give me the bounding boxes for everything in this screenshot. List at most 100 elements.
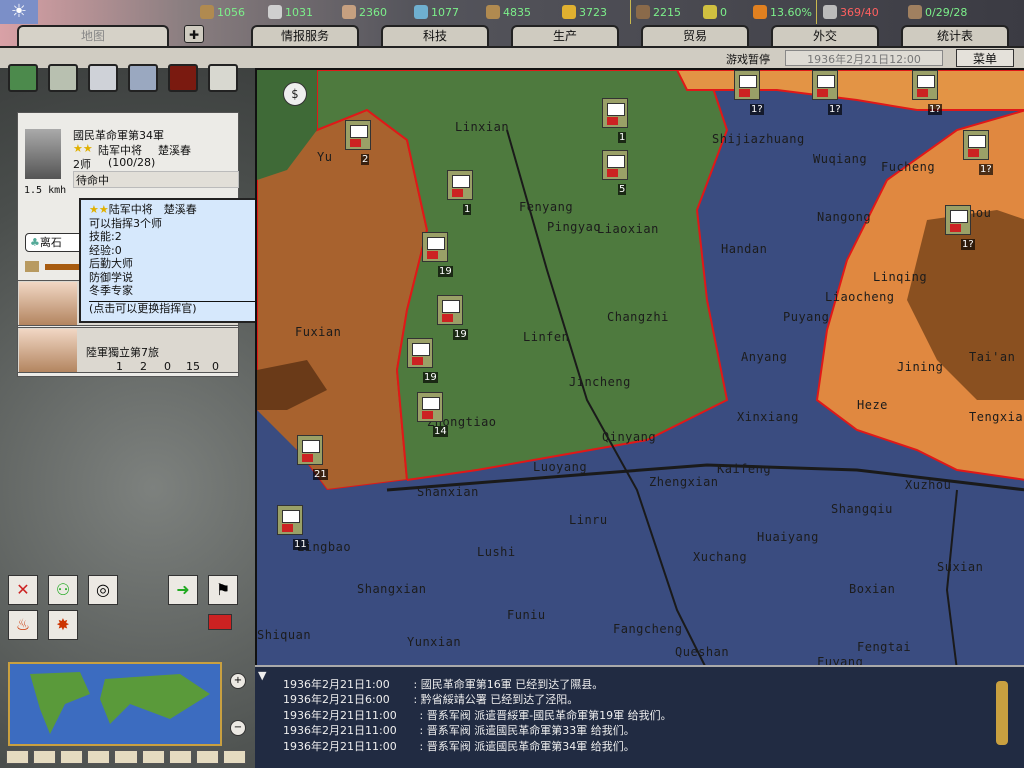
tab-production[interactable]: 生产 <box>511 25 619 46</box>
city-label[interactable]: Changzhi <box>607 310 669 324</box>
city-label[interactable]: Nangong <box>817 210 871 224</box>
collapse-log-icon[interactable]: ▼ <box>258 669 266 682</box>
city-label[interactable]: Fenyang <box>519 200 573 214</box>
filter-icon[interactable] <box>114 750 138 764</box>
zoom-in-icon[interactable]: + <box>230 673 246 689</box>
city-label[interactable]: Shiquan <box>257 628 311 642</box>
log-entry[interactable]: 1936年2月21日11:00 : 晋系军阀 派遣國民革命軍第34軍 给我们。 <box>283 738 635 754</box>
unit-counter[interactable] <box>945 205 971 235</box>
city-label[interactable]: Queshan <box>675 645 729 659</box>
city-label[interactable]: Shanxian <box>417 485 479 499</box>
city-label[interactable]: Tengxian <box>969 410 1024 424</box>
city-label[interactable]: Fucheng <box>881 160 935 174</box>
unit-counter[interactable] <box>345 120 371 150</box>
nation-flag-icon[interactable]: ☀ <box>0 0 38 24</box>
city-label[interactable]: Fangcheng <box>613 622 683 636</box>
city-label[interactable]: Shangxian <box>357 582 427 596</box>
disband-icon[interactable]: ✕ <box>8 575 38 605</box>
tab-map[interactable]: 地图 <box>17 25 169 46</box>
city-label[interactable]: Anyang <box>741 350 787 364</box>
location-field[interactable]: ♣离石 <box>25 233 85 252</box>
zoom-out-icon[interactable]: − <box>230 720 246 736</box>
filter-icon[interactable] <box>33 750 57 764</box>
unit-counter[interactable] <box>963 130 989 160</box>
log-entry[interactable]: 1936年2月21日11:00 : 晋系军阀 派遣晋綏軍-國民革命軍第19軍 给… <box>283 707 672 723</box>
unit-counter[interactable] <box>602 98 628 128</box>
resource-convoy[interactable]: 0/29/28 <box>908 5 967 19</box>
filter-icon[interactable] <box>168 750 192 764</box>
city-label[interactable]: Jincheng <box>569 375 631 389</box>
resource-transport[interactable]: 369/40 <box>823 5 879 19</box>
city-label[interactable]: Xinxiang <box>737 410 799 424</box>
city-label[interactable]: Liaocheng <box>825 290 895 304</box>
commander-name[interactable]: 楚溪春 <box>158 142 191 158</box>
tab-technology[interactable]: 科技 <box>381 25 489 46</box>
city-label[interactable]: Zhengxian <box>649 475 719 489</box>
city-label[interactable]: Qinyang <box>602 430 656 444</box>
city-label[interactable]: Shangqiu <box>831 502 893 516</box>
city-label[interactable]: Shijiazhuang <box>712 132 805 146</box>
unit-counter[interactable] <box>812 70 838 100</box>
city-label[interactable]: Huaiyang <box>757 530 819 544</box>
tab-intelligence[interactable]: 情报服务 <box>251 25 359 46</box>
resource-rare-materials[interactable]: 2360 <box>342 5 387 19</box>
commander-portrait[interactable] <box>25 129 61 179</box>
filter-icon[interactable] <box>87 750 111 764</box>
resource-supplies[interactable]: 4835 <box>486 5 531 19</box>
transport-icon[interactable] <box>208 64 238 92</box>
city-label[interactable]: Liaoxian <box>597 222 659 236</box>
city-label[interactable]: Fuyang <box>817 655 863 665</box>
city-label[interactable]: Luoyang <box>533 460 587 474</box>
split-unit-icon[interactable]: ⚇ <box>48 575 78 605</box>
city-label[interactable]: Yu <box>317 150 332 164</box>
city-label[interactable]: Linru <box>569 513 608 527</box>
city-label[interactable]: Boxian <box>849 582 895 596</box>
target-icon[interactable]: ◎ <box>88 575 118 605</box>
city-label[interactable]: Lushi <box>477 545 516 559</box>
unit-counter[interactable] <box>912 70 938 100</box>
filter-icon[interactable] <box>141 750 165 764</box>
unit-counter[interactable] <box>277 505 303 535</box>
plus-icon[interactable]: ✚ <box>184 25 204 43</box>
resource-metal[interactable]: 1031 <box>268 5 313 19</box>
unit-counter[interactable] <box>417 392 443 422</box>
city-label[interactable]: Yunxian <box>407 635 461 649</box>
city-label[interactable]: Xuzhou <box>905 478 951 492</box>
city-label[interactable]: Tai'an <box>969 350 1015 364</box>
city-label[interactable]: Fuxian <box>295 325 341 339</box>
unit-counter[interactable] <box>602 150 628 180</box>
log-entry[interactable]: 1936年2月21日1:00 : 國民革命軍第16軍 已经到达了隰县。 <box>283 676 603 692</box>
resource-money[interactable]: 3723 <box>562 5 607 19</box>
brigade-card[interactable]: 陸軍獨立第7旅 1 2 0 15 0 <box>17 327 239 373</box>
city-label[interactable]: Kaifeng <box>717 462 771 476</box>
filter-icon[interactable] <box>60 750 84 764</box>
naval-units-icon[interactable] <box>128 64 158 92</box>
city-label[interactable]: Linfen <box>523 330 569 344</box>
attack-icon[interactable]: ✸ <box>48 610 78 640</box>
city-label[interactable]: Funiu <box>507 608 546 622</box>
city-label[interactable]: Suxian <box>937 560 983 574</box>
filter-icon[interactable] <box>195 750 219 764</box>
city-label[interactable]: Handan <box>721 242 767 256</box>
city-label[interactable]: Linqing <box>873 270 927 284</box>
city-label[interactable]: Jining <box>897 360 943 374</box>
log-scrollbar[interactable] <box>996 681 1008 745</box>
unit-counter[interactable] <box>447 170 473 200</box>
strategic-bomb-icon[interactable] <box>168 64 198 92</box>
air-units-icon[interactable] <box>88 64 118 92</box>
city-label[interactable]: Pingyao <box>547 220 601 234</box>
map-mode-terrain-icon[interactable] <box>8 64 38 92</box>
unit-counter[interactable] <box>734 70 760 100</box>
land-units-icon[interactable] <box>48 64 78 92</box>
city-label[interactable]: Puyang <box>783 310 829 324</box>
unit-order[interactable]: 待命中 <box>73 171 239 188</box>
filter-icon[interactable] <box>222 750 246 764</box>
log-entry[interactable]: 1936年2月21日6:00 : 黔省綏靖公署 已经到达了泾阳。 <box>283 691 578 707</box>
unit-counter[interactable] <box>422 232 448 262</box>
resource-nuclear[interactable]: 0 <box>703 5 727 19</box>
resource-dissent[interactable]: 13.60% <box>753 5 812 19</box>
transfer-unit-icon[interactable]: ⚑ <box>208 575 238 605</box>
tab-diplomacy[interactable]: 外交 <box>771 25 879 46</box>
city-label[interactable]: Linxian <box>455 120 509 134</box>
scorched-earth-icon[interactable]: ♨ <box>8 610 38 640</box>
